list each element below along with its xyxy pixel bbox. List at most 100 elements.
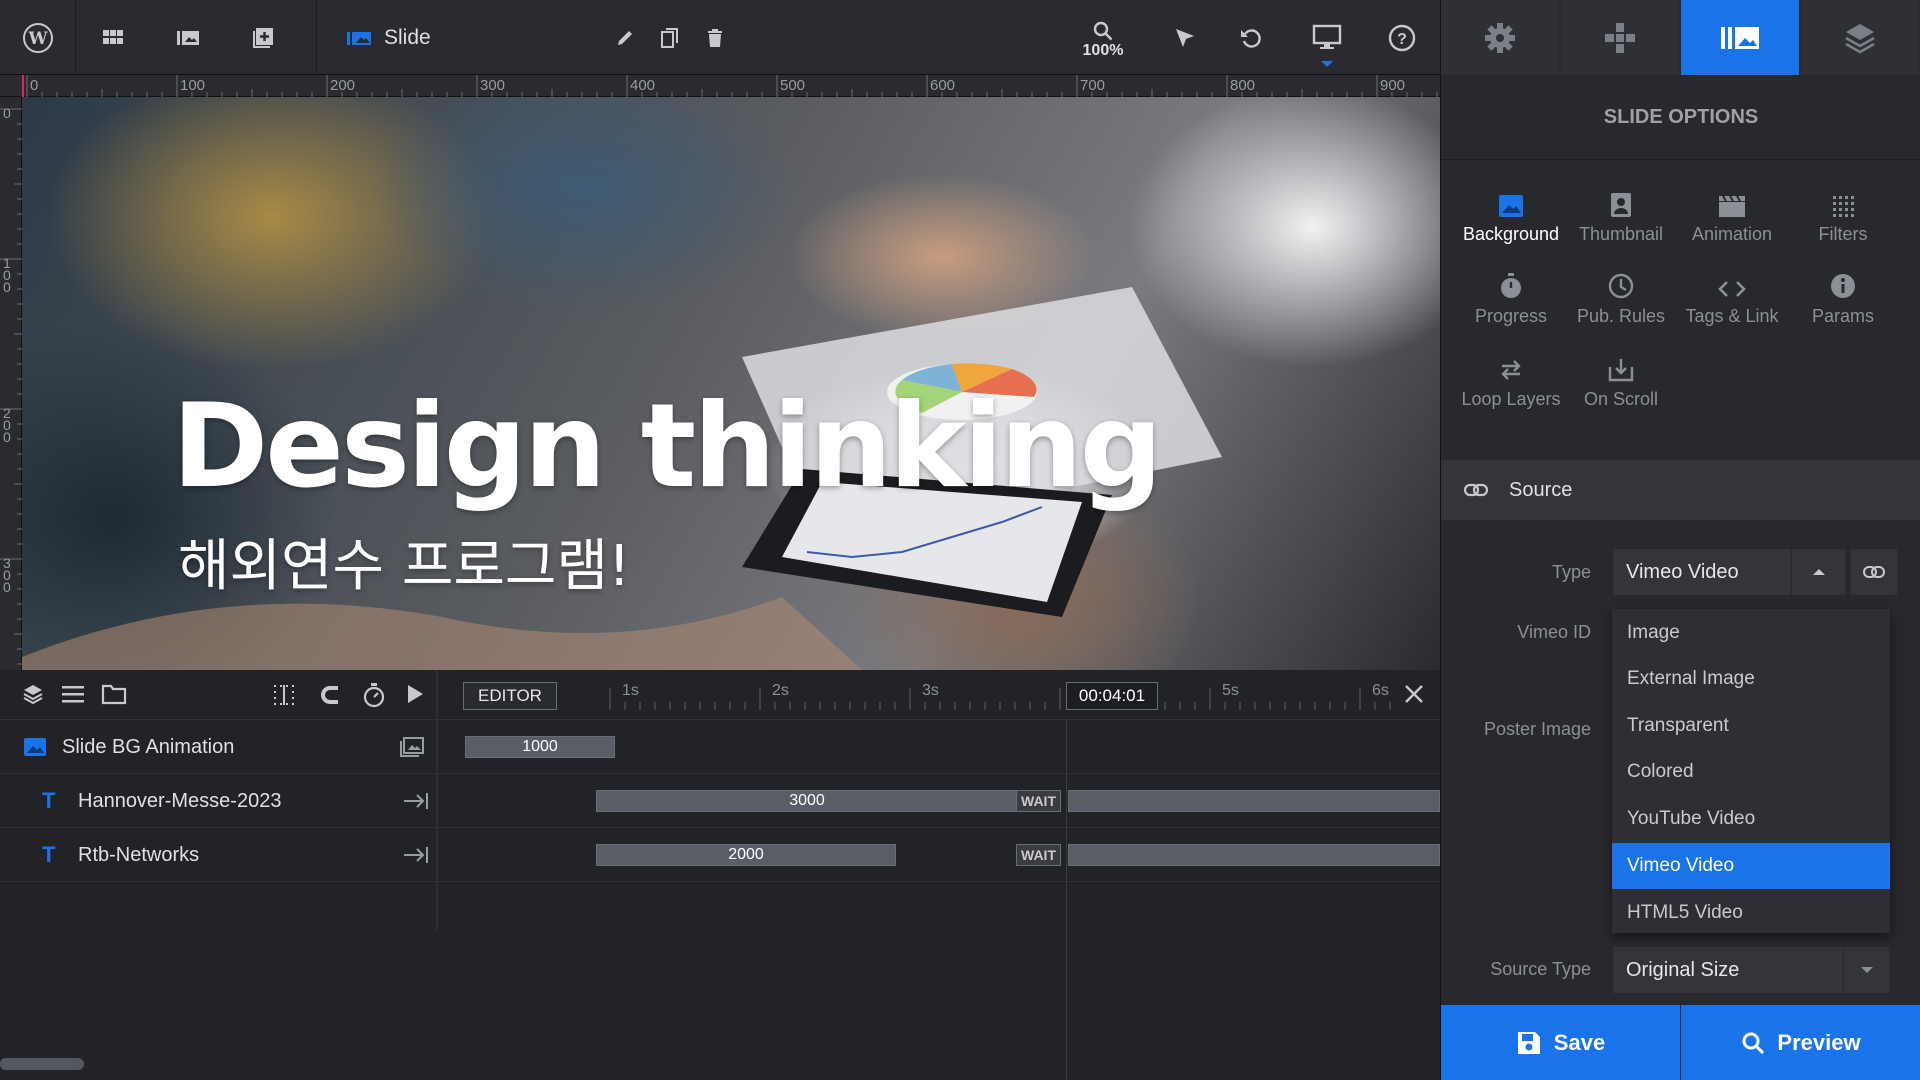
close-icon (1405, 685, 1423, 703)
list-view-button[interactable] (62, 684, 84, 704)
slides-list-button[interactable] (150, 0, 225, 75)
dropdown-option-external-image[interactable]: External Image (1612, 656, 1890, 702)
dropdown-option-vimeo-video[interactable]: Vimeo Video (1612, 843, 1890, 889)
save-button[interactable]: Save (1441, 1005, 1680, 1080)
layer-name: Rtb-Networks (78, 844, 200, 866)
magnet-snap-button[interactable] (318, 683, 342, 707)
zoom-icon (1093, 21, 1113, 41)
current-slide-label[interactable]: Slide (346, 0, 431, 75)
dropdown-option-youtube-video[interactable]: YouTube Video (1612, 796, 1890, 842)
type-select[interactable]: Vimeo Video (1613, 549, 1845, 595)
cursor-icon (1176, 28, 1194, 47)
timeline-ruler (609, 688, 1391, 710)
folder-button[interactable] (101, 683, 127, 705)
navigation-icon (1605, 22, 1635, 53)
wait-label[interactable]: WAIT (1016, 790, 1061, 812)
timeline-row[interactable]: T Hannover-Messe-2023 3000 WAIT (0, 774, 1440, 828)
layers-toggle-button[interactable] (22, 683, 44, 705)
add-slide-button[interactable] (225, 0, 300, 75)
horizontal-scrollbar[interactable] (0, 1058, 84, 1070)
ruler-label: 0 (30, 77, 39, 94)
option-animation[interactable]: Animation (1677, 184, 1787, 245)
slide-canvas[interactable]: Design thinking 해외연수 프로그램! (22, 97, 1440, 670)
source-type-label: Source Type (1490, 959, 1591, 979)
help-button[interactable]: ? (1377, 0, 1427, 75)
preview-button[interactable]: Preview (1681, 1005, 1920, 1080)
timeline-row[interactable]: T Rtb-Networks 2000 WAIT (0, 828, 1440, 882)
duplicate-slide-button[interactable] (650, 0, 690, 75)
dropdown-option-image[interactable]: Image (1612, 610, 1890, 656)
source-type-select[interactable]: Original Size (1613, 947, 1889, 993)
image-layer-icon (400, 737, 424, 757)
option-params[interactable]: Params (1788, 266, 1898, 327)
animation-bar[interactable]: 3000 (596, 790, 1018, 812)
undo-button[interactable] (1226, 0, 1276, 75)
headline-text-layer[interactable]: Design thinking (172, 379, 1163, 514)
option-on-scroll[interactable]: On Scroll (1566, 349, 1676, 410)
animation-bar-end[interactable] (1068, 844, 1440, 866)
animation-bar-end[interactable] (1068, 790, 1440, 812)
tab-slide-options[interactable] (1681, 0, 1799, 75)
timer-button[interactable] (362, 682, 386, 708)
vertical-ruler: 0 100 200 300 (0, 97, 22, 670)
animation-bar[interactable]: 1000 (465, 736, 615, 758)
search-icon (1742, 1032, 1765, 1054)
option-label: Pub. Rules (1576, 306, 1666, 326)
ruler-label: 900 (1380, 77, 1406, 94)
ruler-label: 200 (3, 405, 11, 445)
ruler-label: 300 (3, 555, 11, 595)
play-button[interactable] (406, 684, 424, 704)
horizontal-ruler: 0 100 200 300 400 500 600 700 800 900 (0, 75, 1440, 97)
tab-settings[interactable] (1441, 0, 1559, 75)
option-label: Thumbnail (1578, 224, 1664, 244)
grid-snap-button[interactable] (272, 683, 296, 707)
dropdown-option-transparent[interactable]: Transparent (1612, 703, 1890, 749)
caret-down-icon (1861, 967, 1873, 973)
timeline-row[interactable]: Slide BG Animation 1000 (0, 720, 1440, 774)
slider-overview-button[interactable] (75, 0, 150, 75)
tab-layers[interactable] (1801, 0, 1919, 75)
dropdown-option-html5-video[interactable]: HTML5 Video (1612, 890, 1890, 936)
clapper-icon (1719, 195, 1745, 217)
undo-icon (1241, 28, 1261, 48)
option-label: Tags & Link (1685, 306, 1779, 326)
option-filters[interactable]: Filters (1788, 184, 1898, 245)
tab-navigation[interactable] (1561, 0, 1679, 75)
current-time-display[interactable]: 00:04:01 (1066, 682, 1158, 710)
zoom-level: 100% (1082, 42, 1124, 59)
ruler-ticks (26, 75, 1438, 97)
option-label: Loop Layers (1461, 389, 1561, 409)
wordpress-logo-button[interactable]: W (0, 0, 75, 75)
zoom-control[interactable]: 100% (1075, 20, 1131, 60)
option-loop-layers[interactable]: Loop Layers (1456, 349, 1566, 410)
edit-slide-button[interactable] (605, 0, 645, 75)
subline-text-layer[interactable]: 해외연수 프로그램! (178, 521, 630, 602)
grid-dots-icon (1833, 196, 1854, 217)
slider-editor-app: W Slide 100% ? 0 100 200 300 400 500 600… (0, 0, 1920, 1080)
timeline-toolbar: EDITOR 1s 2s 3s 5s 6s 00:04:01 (0, 670, 1440, 720)
device-desktop-button[interactable] (1302, 0, 1352, 75)
grid-dots-icon (274, 685, 294, 705)
timeline-time-mark: 3s (922, 682, 939, 699)
ruler-label: 800 (1230, 77, 1256, 94)
align-right-arrow-icon (404, 793, 428, 809)
loop-icon (1501, 360, 1521, 380)
wait-label[interactable]: WAIT (1016, 844, 1061, 866)
delete-slide-button[interactable] (695, 0, 735, 75)
dropdown-option-colored[interactable]: Colored (1612, 749, 1890, 795)
type-select-value: Vimeo Video (1626, 561, 1739, 583)
option-background[interactable]: Background (1456, 184, 1566, 245)
link-source-button[interactable] (1851, 549, 1897, 595)
source-section-header[interactable]: Source (1441, 460, 1920, 520)
select-tool-button[interactable] (1160, 0, 1210, 75)
close-timeline-button[interactable] (1402, 682, 1426, 706)
layer-name: Hannover-Messe-2023 (78, 790, 282, 812)
caret-up-icon (1813, 569, 1825, 575)
option-pub-rules[interactable]: Pub. Rules (1566, 266, 1676, 327)
editor-mode-button[interactable]: EDITOR (463, 682, 557, 710)
option-progress[interactable]: Progress (1456, 266, 1566, 327)
option-label: Filters (1818, 224, 1868, 244)
option-tags-link[interactable]: Tags & Link (1677, 266, 1787, 327)
animation-bar[interactable]: 2000 (596, 844, 896, 866)
option-thumbnail[interactable]: Thumbnail (1566, 184, 1676, 245)
